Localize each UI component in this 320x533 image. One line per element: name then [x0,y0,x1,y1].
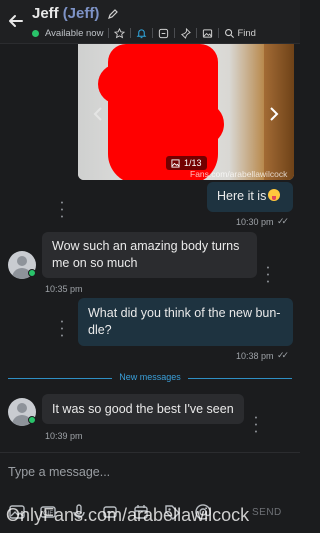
outgoing-message-bubble[interactable]: Here it is [207,182,293,212]
note-icon[interactable] [158,28,169,39]
message-time: 10:39 pm [45,431,83,441]
pin-icon[interactable] [180,27,192,39]
incoming-message-bubble[interactable]: Wow such an amazing body turns me on so … [42,232,257,278]
find-button[interactable]: Find [224,27,256,39]
new-messages-divider: New messages [8,372,292,384]
message-text: It was so good the best I've seen [52,402,234,416]
laughing-emoji-icon [268,189,281,201]
divider [152,28,154,38]
message-time: 10:30 pm [236,217,274,227]
media-icon[interactable] [202,28,213,39]
message-text: Here it is [217,189,267,203]
message-options-icon[interactable] [60,199,64,211]
edit-pencil-icon[interactable] [107,8,119,20]
page-watermark: OnlyFans.com/arabellawilcock [6,505,250,525]
chat-screen: Jeff (Jeff) Available now Find 1/13 Fans… [0,0,300,533]
media-watermark: Fans.com/arabellawilcock [190,169,288,179]
media-message[interactable]: 1/13 Fans.com/arabellawilcock [78,44,294,180]
read-checks-icon: ✓✓ [277,350,289,360]
next-media-chevron-icon[interactable] [268,106,280,122]
message-options-icon[interactable] [60,318,64,330]
divider-line [188,378,292,379]
message-options-icon[interactable] [254,414,258,426]
censor-blob [188,104,224,144]
contact-name: Jeff [32,5,59,22]
availability-status: Available now [45,27,104,39]
censor-blob [98,64,138,104]
message-time: 10:35 pm [45,284,83,294]
outgoing-message-bubble[interactable]: What did you think of the new bun- dle? [78,298,293,346]
chat-header: Jeff (Jeff) Available now Find [0,0,300,44]
bell-icon[interactable] [136,28,147,39]
back-arrow-icon[interactable] [6,11,26,31]
online-indicator [28,269,36,277]
message-text-line: What did you think of the new bun- [88,306,281,320]
image-icon [171,158,180,168]
message-text-line: dle? [88,323,112,337]
search-icon [225,28,235,38]
message-text: Wow such an amazing body turns me on so … [52,239,240,270]
online-status-dot [32,29,39,37]
divider [130,28,132,38]
read-checks-icon: ✓✓ [277,216,289,226]
divider [174,28,176,38]
message-input[interactable]: Type a message... [8,465,110,479]
avatar-head [17,403,27,413]
divider [108,28,110,38]
divider [196,28,198,38]
incoming-message-bubble[interactable]: It was so good the best I've seen [42,394,244,424]
media-counter-text: 1/13 [184,158,202,168]
online-indicator [28,416,36,424]
message-time: 10:38 pm [236,351,274,361]
avatar-head [17,256,27,266]
contact-alias: (Jeff) [62,5,100,22]
divider [218,28,220,38]
message-options-icon[interactable] [266,264,270,276]
find-label: Find [237,27,256,39]
contact-name-row[interactable]: Jeff (Jeff) [32,5,119,22]
previous-media-chevron-icon[interactable] [92,106,104,122]
new-messages-label: New messages [119,372,181,382]
star-icon[interactable] [114,27,126,39]
media-counter: 1/13 [166,156,207,170]
header-toolbar: Available now Find [32,27,256,39]
send-button[interactable]: SEND [252,507,282,518]
